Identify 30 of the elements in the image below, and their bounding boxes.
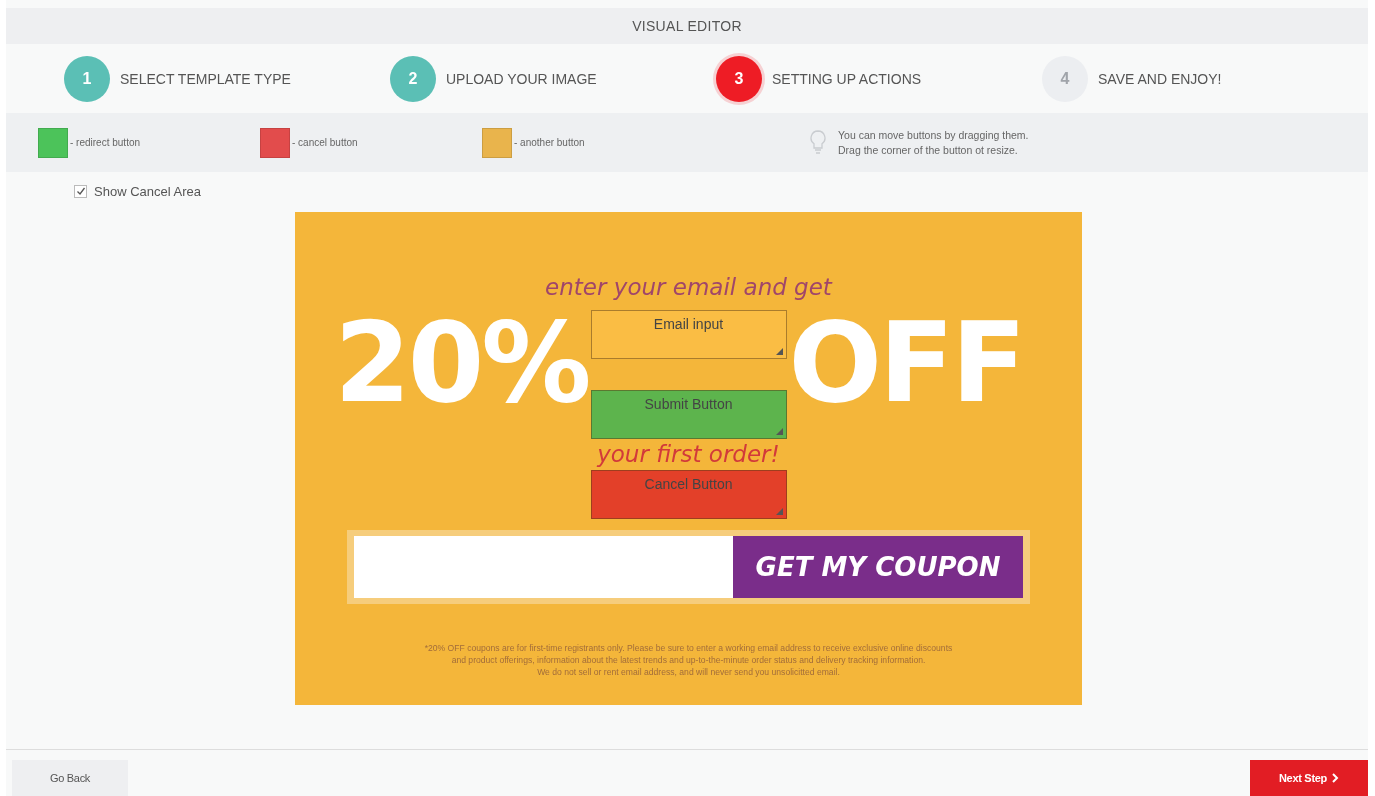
step-label: SETTING UP ACTIONS [772,70,922,87]
show-cancel-area-checkbox[interactable]: Show Cancel Area [74,183,201,199]
step-label: SELECT TEMPLATE TYPE [120,70,291,87]
fine-print: and product offerings, information about the latest trends and up-to-the-minute order status and delivery tracking information. [451,654,926,666]
next-step-button[interactable]: Next Step [1250,760,1368,796]
legend-label: - cancel button [292,137,358,148]
checkbox[interactable] [74,184,87,198]
legend-label: - redirect button [70,137,141,148]
lightbulb-icon [810,129,826,156]
chevron-icon [1332,773,1339,783]
action-area[interactable]: Email input [590,310,787,359]
window-title: VISUAL EDITOR [632,18,742,34]
action-area[interactable]: Submit Button [590,390,787,439]
resize-handle-icon[interactable] [775,348,783,355]
hint-text: Drag the corner of the button ot resize. [838,142,1019,158]
step-number: 4 [1042,55,1088,102]
resize-handle-icon[interactable] [775,428,783,435]
fine-print: *20% OFF coupons are for first-time registrants only. Please be sure to enter a working email address to receive exclusive online discounts [424,642,953,654]
step-number: 2 [390,55,436,102]
go-back-button[interactable]: Go Back [12,760,128,796]
step-label: SAVE AND ENJOY! [1098,70,1222,87]
discount-text: OFF [788,299,1024,428]
fine-print: We do not sell or rent email address, and will never send you unsolicitted email. [537,666,840,678]
legend-label: - another button [514,137,585,148]
step-number: 1 [64,55,110,102]
step-number: 3 [716,55,762,102]
step-label: UPLOAD YOUR IMAGE [446,70,597,87]
hint-text: You can move buttons by dragging them. [838,127,1029,143]
resize-handle-icon[interactable] [775,508,783,515]
headline-text: your first order! [597,441,780,467]
